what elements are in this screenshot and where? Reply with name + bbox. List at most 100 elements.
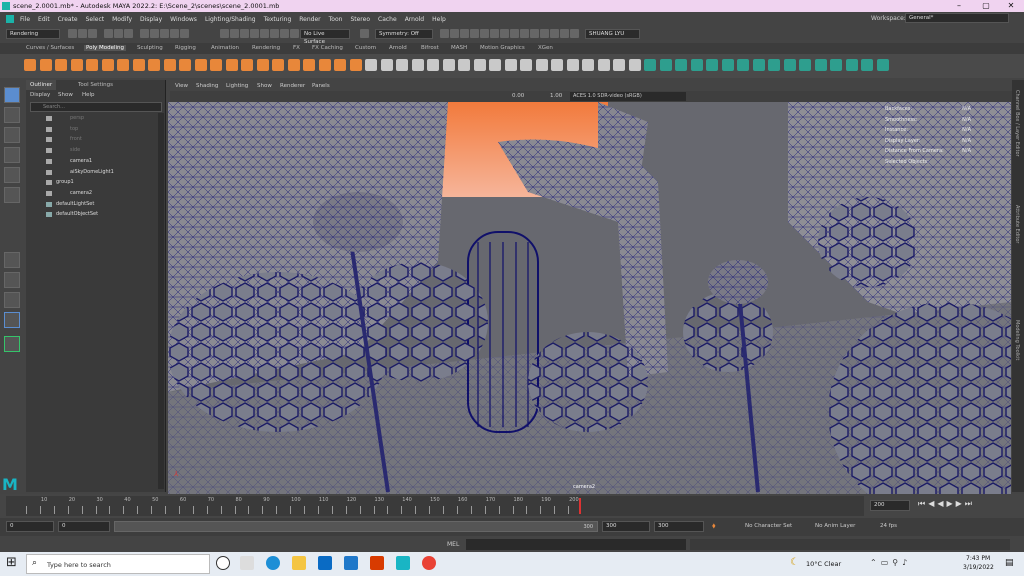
shelf-tab-fxcaching[interactable]: FX Caching: [312, 45, 343, 51]
shelf-tool-icon[interactable]: [39, 59, 52, 71]
status-line-icon[interactable]: [260, 29, 269, 38]
current-frame-marker[interactable]: [579, 498, 581, 514]
outliner-item-top[interactable]: top: [70, 126, 78, 132]
shelf-tool-icon[interactable]: [334, 59, 346, 71]
end-time-field[interactable]: 300: [654, 521, 704, 532]
outliner-menu-display[interactable]: Display: [30, 92, 50, 98]
outliner-item-group1[interactable]: group1: [56, 179, 74, 185]
status-line-icon[interactable]: [104, 29, 113, 38]
shelf-tool-icon[interactable]: [86, 59, 98, 71]
viewport-menu-view[interactable]: View: [175, 83, 188, 89]
lasso-tool-icon[interactable]: [4, 107, 20, 123]
status-line-icon[interactable]: [520, 29, 529, 38]
shelf-tool-icon[interactable]: [861, 59, 873, 71]
menu-display[interactable]: Display: [140, 16, 162, 23]
shelf-tool-icon[interactable]: [272, 59, 284, 71]
shelf-tool-icon[interactable]: [876, 59, 889, 71]
shelf-tool-icon[interactable]: [163, 59, 176, 71]
status-line-icon[interactable]: [150, 29, 159, 38]
shelf-tool-icon[interactable]: [706, 59, 718, 71]
shelf-tool-icon[interactable]: [613, 59, 625, 71]
outliner-menu-help[interactable]: Help: [82, 92, 95, 98]
status-line-icon[interactable]: [270, 29, 279, 38]
shelf-tool-icon[interactable]: [675, 59, 687, 71]
shelf-tool-icon[interactable]: [256, 59, 269, 71]
shelf-tab-rendering[interactable]: Rendering: [252, 45, 280, 51]
outliner-item-camera1[interactable]: camera1: [70, 158, 92, 164]
minimize-button[interactable]: –: [948, 0, 970, 12]
move-tool-icon[interactable]: [4, 147, 20, 163]
menu-toon[interactable]: Toon: [329, 16, 343, 23]
shelf-tab-polymodeling[interactable]: Poly Modeling: [84, 45, 127, 51]
status-line-icon[interactable]: [360, 29, 369, 38]
outliner-item-persp[interactable]: persp: [70, 115, 84, 121]
status-line-icon[interactable]: [510, 29, 519, 38]
shelf-tool-icon[interactable]: [799, 59, 811, 71]
viewport-camera2[interactable]: Backfaces: N/A Smoothness: N/A Instance: N/A D…: [168, 102, 1011, 494]
close-button[interactable]: ✕: [1000, 0, 1022, 12]
status-line-icon[interactable]: [114, 29, 123, 38]
status-line-icon[interactable]: [570, 29, 579, 38]
status-line-icon[interactable]: [140, 29, 149, 38]
shelf-tool-icon[interactable]: [117, 59, 129, 71]
shelf-tool-icon[interactable]: [365, 59, 377, 71]
menu-select[interactable]: Select: [86, 16, 105, 23]
viewport-menu-lighting[interactable]: Lighting: [226, 83, 248, 89]
start-time-field[interactable]: 0: [6, 521, 54, 532]
menu-arnold[interactable]: Arnold: [405, 16, 424, 23]
dock-tab-1[interactable]: Attribute Editor: [1014, 205, 1020, 243]
outliner-item-front[interactable]: front: [70, 136, 82, 142]
shelf-tool-icon[interactable]: [845, 59, 858, 71]
single-view-icon[interactable]: [4, 252, 20, 268]
windows-start-icon[interactable]: ⊞: [6, 555, 17, 570]
shelf-tab-animation[interactable]: Animation: [211, 45, 239, 51]
shelf-tab-mash[interactable]: MASH: [451, 45, 467, 51]
shelf-tool-icon[interactable]: [768, 59, 780, 71]
four-view-icon[interactable]: [4, 272, 20, 288]
shelf-tool-icon[interactable]: [349, 59, 362, 71]
range-slider[interactable]: 300: [114, 521, 598, 532]
status-line-icon[interactable]: [440, 29, 449, 38]
menu-render[interactable]: Render: [299, 16, 320, 23]
shelf-tool-icon[interactable]: [737, 59, 749, 71]
cortana-icon[interactable]: [216, 556, 230, 570]
exposure-field[interactable]: 0.00: [512, 93, 524, 99]
colorspace-dropdown[interactable]: ACES 1.0 SDR-video (sRGB): [570, 92, 686, 101]
auto-key-icon[interactable]: ⬧: [712, 521, 716, 531]
status-line-icon[interactable]: [240, 29, 249, 38]
clock-date[interactable]: 3/19/2022: [963, 564, 994, 571]
viewport-menu-show[interactable]: Show: [257, 83, 272, 89]
shelf-tool-icon[interactable]: [194, 59, 207, 71]
anim-layer-dropdown[interactable]: No Anim Layer: [815, 523, 855, 529]
paint-select-icon[interactable]: [4, 127, 20, 143]
menu-texturing[interactable]: Texturing: [264, 16, 292, 23]
office-icon[interactable]: [370, 556, 384, 570]
shelf-tab-arnold[interactable]: Arnold: [389, 45, 407, 51]
shelf-tool-icon[interactable]: [644, 59, 656, 71]
shelf-tool-icon[interactable]: [396, 59, 408, 71]
menu-help[interactable]: Help: [432, 16, 446, 23]
shelf-tool-icon[interactable]: [582, 59, 594, 71]
status-line-icon[interactable]: [480, 29, 489, 38]
shelf-tool-icon[interactable]: [303, 59, 315, 71]
playback-start-field[interactable]: 0: [58, 521, 110, 532]
status-line-icon[interactable]: [250, 29, 259, 38]
menu-lightingshading[interactable]: Lighting/Shading: [205, 16, 256, 23]
shelf-tool-icon[interactable]: [179, 59, 191, 71]
outliner-menu-show[interactable]: Show: [58, 92, 73, 98]
shelf-tool-icon[interactable]: [132, 59, 145, 71]
status-line-icon[interactable]: [460, 29, 469, 38]
status-line-icon[interactable]: [560, 29, 569, 38]
scale-tool-icon[interactable]: [4, 187, 20, 203]
shelf-tab-fx[interactable]: FX: [293, 45, 300, 51]
gamma-field[interactable]: 1.00: [550, 93, 562, 99]
shelf-tool-icon[interactable]: [148, 59, 160, 71]
file-explorer-icon[interactable]: [292, 556, 306, 570]
maximize-button[interactable]: ▢: [975, 0, 997, 12]
shelf-tool-icon[interactable]: [241, 59, 253, 71]
outliner-item-side[interactable]: side: [70, 147, 80, 153]
shelf-tab-xgen[interactable]: XGen: [538, 45, 553, 51]
tab-tool-settings[interactable]: Tool Settings: [74, 80, 117, 90]
shelf-tool-icon[interactable]: [690, 59, 703, 71]
taskbar-search-input[interactable]: ⌕ Type here to search: [26, 554, 210, 574]
